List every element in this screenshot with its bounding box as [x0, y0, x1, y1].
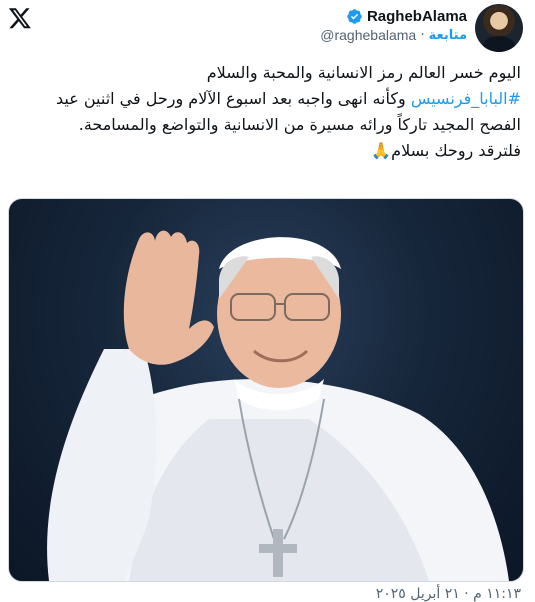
hashtag-link[interactable]: #البابا_فرنسيس: [411, 89, 521, 108]
tweet-line-1: اليوم خسر العالم رمز الانسانية والمحبة و…: [206, 63, 521, 82]
pope-francis-photo-icon: [47, 230, 509, 581]
avatar[interactable]: [475, 4, 523, 52]
tweet-line-3: فلترقد روحك بسلام🙏: [371, 141, 521, 160]
follow-button[interactable]: متابعة: [429, 28, 467, 43]
tweet-line-2: #البابا_فرنسيس وكأنه انهى واجبه بعد اسبو…: [18, 86, 521, 138]
handle[interactable]: @raghebalama: [320, 27, 416, 43]
display-name[interactable]: RaghebAlama: [367, 8, 467, 25]
author-info: RaghebAlama @raghebalama · متابعة: [320, 4, 467, 43]
x-logo-icon[interactable]: [8, 6, 32, 30]
verified-badge-icon: [347, 9, 362, 24]
tweet-timestamp[interactable]: ١١:١٣ م · ٢١ أبريل ٢٠٢٥: [0, 586, 521, 602]
tweet-text: اليوم خسر العالم رمز الانسانية والمحبة و…: [18, 60, 521, 164]
separator-dot: ·: [420, 27, 425, 43]
tweet-header: RaghebAlama @raghebalama · متابعة: [320, 4, 523, 54]
tweet-media-image[interactable]: [8, 198, 524, 582]
